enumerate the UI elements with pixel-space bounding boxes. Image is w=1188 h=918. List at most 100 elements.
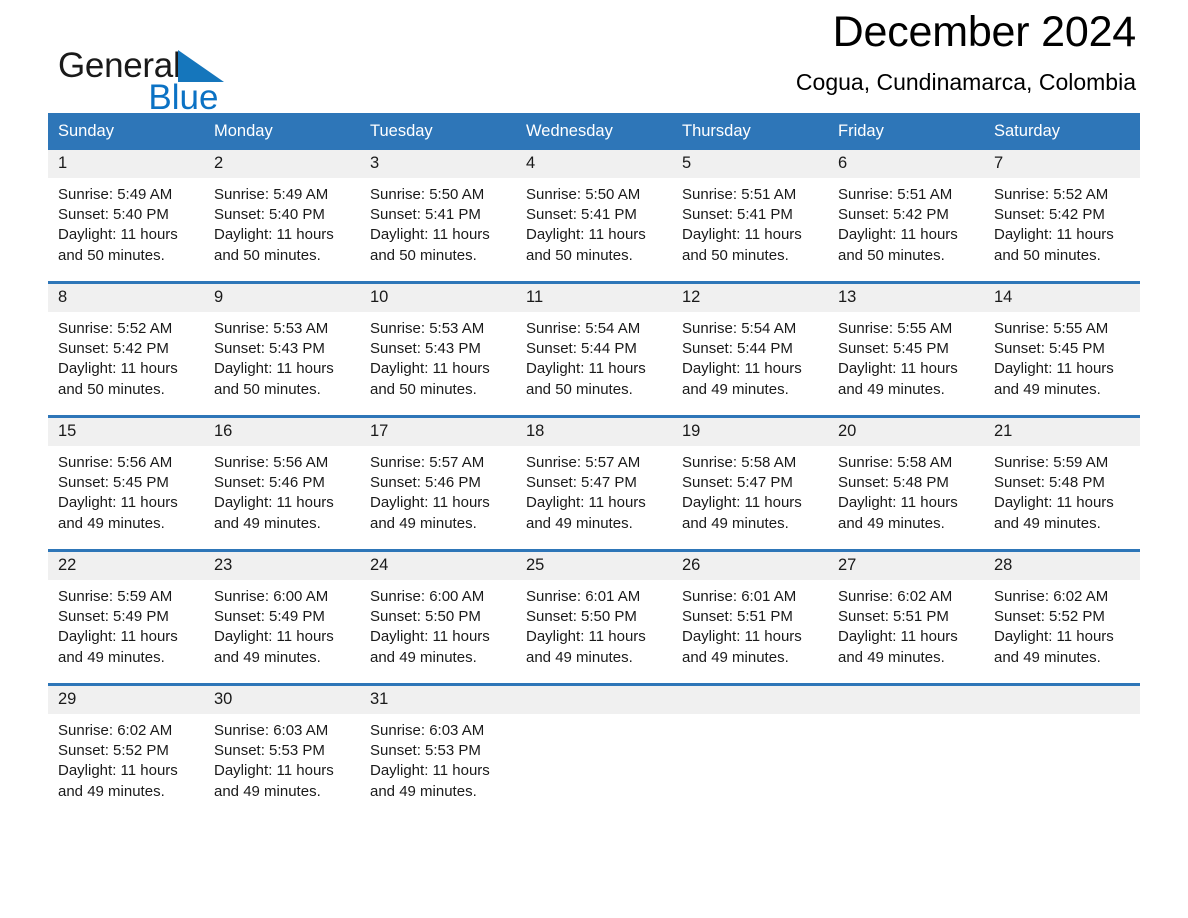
day-cell[interactable]: 27 Sunrise: 6:02 AM Sunset: 5:51 PM Dayl…	[828, 549, 984, 685]
sunset-text: Sunset: 5:43 PM	[370, 340, 481, 358]
day-cell[interactable]: 4 Sunrise: 5:50 AM Sunset: 5:41 PM Dayli…	[516, 150, 672, 283]
general-blue-triangle-logo-icon	[178, 48, 226, 90]
day-cell[interactable]: 25 Sunrise: 6:01 AM Sunset: 5:50 PM Dayl…	[516, 549, 672, 685]
sunset-text: Sunset: 5:51 PM	[682, 608, 793, 626]
day-cell[interactable]: 5 Sunrise: 5:51 AM Sunset: 5:41 PM Dayli…	[672, 150, 828, 283]
day-cell[interactable]: 18 Sunrise: 5:57 AM Sunset: 5:47 PM Dayl…	[516, 415, 672, 551]
day-details: Sunrise: 5:52 AM Sunset: 5:42 PM Dayligh…	[984, 178, 1140, 266]
sunset-text: Sunset: 5:50 PM	[526, 608, 637, 626]
day-cell[interactable]: 26 Sunrise: 6:01 AM Sunset: 5:51 PM Dayl…	[672, 549, 828, 685]
day-details: Sunrise: 5:58 AM Sunset: 5:48 PM Dayligh…	[828, 446, 984, 534]
day-cell-empty	[984, 683, 1140, 817]
daylight-text-line1: Daylight: 11 hours	[58, 628, 178, 646]
daylight-text-line2: and 50 minutes.	[214, 246, 321, 264]
day-cell[interactable]: 12 Sunrise: 5:54 AM Sunset: 5:44 PM Dayl…	[672, 281, 828, 417]
day-number: 17	[360, 418, 516, 446]
day-number: 24	[360, 552, 516, 580]
day-details: Sunrise: 5:53 AM Sunset: 5:43 PM Dayligh…	[360, 312, 516, 400]
daylight-text-line1: Daylight: 11 hours	[994, 628, 1114, 646]
weekday-header-thursday: Thursday	[672, 113, 828, 150]
sunset-text: Sunset: 5:49 PM	[214, 608, 325, 626]
daylight-text-line2: and 49 minutes.	[58, 514, 165, 532]
day-cell[interactable]: 21 Sunrise: 5:59 AM Sunset: 5:48 PM Dayl…	[984, 415, 1140, 551]
day-cell[interactable]: 7 Sunrise: 5:52 AM Sunset: 5:42 PM Dayli…	[984, 150, 1140, 283]
daylight-text-line1: Daylight: 11 hours	[526, 494, 646, 512]
sunrise-text: Sunrise: 5:59 AM	[994, 454, 1109, 471]
day-number: 27	[828, 552, 984, 580]
sunset-text: Sunset: 5:42 PM	[994, 206, 1105, 224]
day-number	[984, 686, 1140, 714]
daylight-text-line1: Daylight: 11 hours	[838, 360, 958, 378]
day-cell[interactable]: 13 Sunrise: 5:55 AM Sunset: 5:45 PM Dayl…	[828, 281, 984, 417]
general-blue-logo[interactable]: General Blue	[58, 48, 226, 115]
day-cell[interactable]: 29 Sunrise: 6:02 AM Sunset: 5:52 PM Dayl…	[48, 683, 204, 817]
day-cell-empty	[516, 683, 672, 817]
day-cell[interactable]: 1 Sunrise: 5:49 AM Sunset: 5:40 PM Dayli…	[48, 150, 204, 283]
daylight-text-line2: and 50 minutes.	[682, 246, 789, 264]
day-cell[interactable]: 14 Sunrise: 5:55 AM Sunset: 5:45 PM Dayl…	[984, 281, 1140, 417]
day-cell[interactable]: 30 Sunrise: 6:03 AM Sunset: 5:53 PM Dayl…	[204, 683, 360, 817]
day-cell[interactable]: 16 Sunrise: 5:56 AM Sunset: 5:46 PM Dayl…	[204, 415, 360, 551]
sunset-text: Sunset: 5:46 PM	[214, 474, 325, 492]
day-details: Sunrise: 6:02 AM Sunset: 5:52 PM Dayligh…	[984, 580, 1140, 668]
sunrise-text: Sunrise: 5:50 AM	[526, 186, 641, 203]
sunrise-text: Sunrise: 5:56 AM	[214, 454, 329, 471]
sunset-text: Sunset: 5:52 PM	[58, 742, 169, 760]
sunset-text: Sunset: 5:40 PM	[214, 206, 325, 224]
day-cell[interactable]: 20 Sunrise: 5:58 AM Sunset: 5:48 PM Dayl…	[828, 415, 984, 551]
day-cell[interactable]: 19 Sunrise: 5:58 AM Sunset: 5:47 PM Dayl…	[672, 415, 828, 551]
day-cell[interactable]: 17 Sunrise: 5:57 AM Sunset: 5:46 PM Dayl…	[360, 415, 516, 551]
day-cell[interactable]: 10 Sunrise: 5:53 AM Sunset: 5:43 PM Dayl…	[360, 281, 516, 417]
daylight-text-line1: Daylight: 11 hours	[838, 226, 958, 244]
sunset-text: Sunset: 5:44 PM	[526, 340, 637, 358]
day-details: Sunrise: 6:02 AM Sunset: 5:52 PM Dayligh…	[48, 714, 204, 802]
day-cell[interactable]: 6 Sunrise: 5:51 AM Sunset: 5:42 PM Dayli…	[828, 150, 984, 283]
day-number: 2	[204, 150, 360, 178]
day-cell[interactable]: 2 Sunrise: 5:49 AM Sunset: 5:40 PM Dayli…	[204, 150, 360, 283]
sunset-text: Sunset: 5:42 PM	[58, 340, 169, 358]
daylight-text-line2: and 49 minutes.	[682, 380, 789, 398]
sunset-text: Sunset: 5:45 PM	[58, 474, 169, 492]
day-number: 5	[672, 150, 828, 178]
sunset-text: Sunset: 5:48 PM	[994, 474, 1105, 492]
sunset-text: Sunset: 5:45 PM	[994, 340, 1105, 358]
daylight-text-line1: Daylight: 11 hours	[682, 494, 802, 512]
day-number: 25	[516, 552, 672, 580]
day-number: 3	[360, 150, 516, 178]
sunset-text: Sunset: 5:53 PM	[214, 742, 325, 760]
day-cell[interactable]: 9 Sunrise: 5:53 AM Sunset: 5:43 PM Dayli…	[204, 281, 360, 417]
sunset-text: Sunset: 5:42 PM	[838, 206, 949, 224]
sunrise-text: Sunrise: 5:59 AM	[58, 588, 173, 605]
day-cell[interactable]: 31 Sunrise: 6:03 AM Sunset: 5:53 PM Dayl…	[360, 683, 516, 817]
daylight-text-line2: and 50 minutes.	[58, 246, 165, 264]
day-details: Sunrise: 6:03 AM Sunset: 5:53 PM Dayligh…	[204, 714, 360, 802]
daylight-text-line1: Daylight: 11 hours	[682, 360, 802, 378]
day-cell[interactable]: 11 Sunrise: 5:54 AM Sunset: 5:44 PM Dayl…	[516, 281, 672, 417]
day-cell[interactable]: 28 Sunrise: 6:02 AM Sunset: 5:52 PM Dayl…	[984, 549, 1140, 685]
sunrise-sunset-calendar-table: Sunday Monday Tuesday Wednesday Thursday…	[48, 113, 1140, 817]
day-details: Sunrise: 5:57 AM Sunset: 5:47 PM Dayligh…	[516, 446, 672, 534]
sunset-text: Sunset: 5:49 PM	[58, 608, 169, 626]
day-number: 29	[48, 686, 204, 714]
day-cell[interactable]: 24 Sunrise: 6:00 AM Sunset: 5:50 PM Dayl…	[360, 549, 516, 685]
sunrise-text: Sunrise: 6:02 AM	[58, 722, 173, 739]
day-details: Sunrise: 5:52 AM Sunset: 5:42 PM Dayligh…	[48, 312, 204, 400]
sunrise-text: Sunrise: 5:57 AM	[370, 454, 485, 471]
day-number: 4	[516, 150, 672, 178]
day-details: Sunrise: 5:49 AM Sunset: 5:40 PM Dayligh…	[204, 178, 360, 266]
day-cell[interactable]: 8 Sunrise: 5:52 AM Sunset: 5:42 PM Dayli…	[48, 281, 204, 417]
day-details: Sunrise: 5:50 AM Sunset: 5:41 PM Dayligh…	[516, 178, 672, 266]
sunrise-text: Sunrise: 5:51 AM	[838, 186, 953, 203]
day-number: 16	[204, 418, 360, 446]
day-details: Sunrise: 5:56 AM Sunset: 5:45 PM Dayligh…	[48, 446, 204, 534]
day-details: Sunrise: 5:50 AM Sunset: 5:41 PM Dayligh…	[360, 178, 516, 266]
day-cell[interactable]: 3 Sunrise: 5:50 AM Sunset: 5:41 PM Dayli…	[360, 150, 516, 283]
daylight-text-line1: Daylight: 11 hours	[214, 360, 334, 378]
daylight-text-line2: and 50 minutes.	[526, 380, 633, 398]
day-cell[interactable]: 22 Sunrise: 5:59 AM Sunset: 5:49 PM Dayl…	[48, 549, 204, 685]
daylight-text-line2: and 50 minutes.	[58, 380, 165, 398]
weekday-header-monday: Monday	[204, 113, 360, 150]
day-cell[interactable]: 15 Sunrise: 5:56 AM Sunset: 5:45 PM Dayl…	[48, 415, 204, 551]
day-cell[interactable]: 23 Sunrise: 6:00 AM Sunset: 5:49 PM Dayl…	[204, 549, 360, 685]
sunset-text: Sunset: 5:41 PM	[682, 206, 793, 224]
